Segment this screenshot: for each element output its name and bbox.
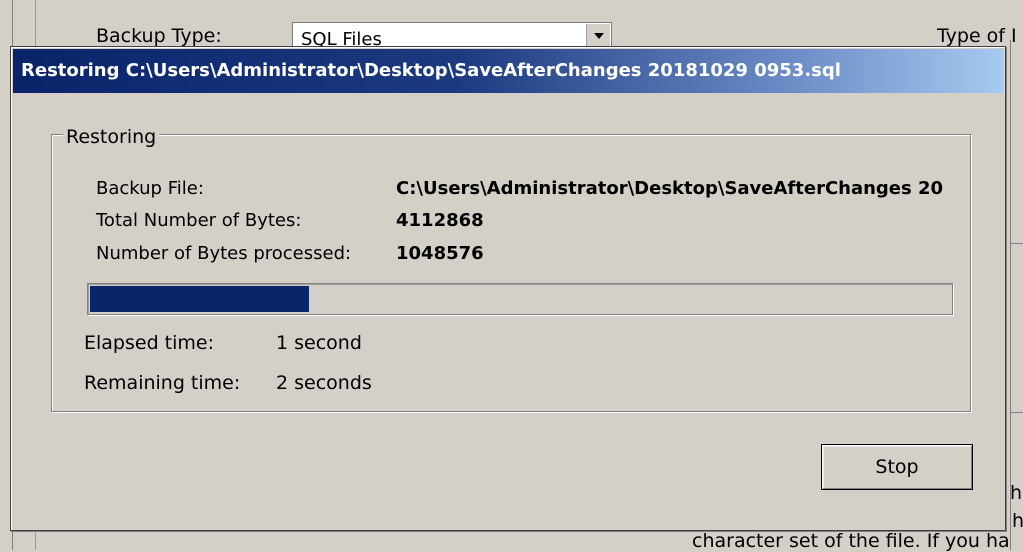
processed-bytes-label: Number of Bytes processed:	[96, 243, 352, 264]
progress-bar-fill	[90, 286, 309, 312]
background-text: character set of the file. If you ha	[692, 530, 1010, 552]
dialog-title: Restoring C:\Users\Administrator\Desktop…	[21, 60, 841, 81]
type-of-label: Type of I	[937, 25, 1017, 47]
background-text: h	[1010, 482, 1023, 504]
backup-type-label: Backup Type:	[96, 25, 222, 47]
background-text: h	[1012, 510, 1023, 532]
total-bytes-label: Total Number of Bytes:	[96, 210, 302, 231]
progress-bar	[87, 283, 953, 315]
dialog-titlebar[interactable]: Restoring C:\Users\Administrator\Desktop…	[13, 49, 1003, 93]
restoring-dialog: Restoring C:\Users\Administrator\Desktop…	[10, 46, 1006, 531]
restoring-groupbox	[51, 134, 971, 412]
background-divider	[1010, 243, 1023, 244]
background-divider	[1010, 412, 1023, 413]
elapsed-time-label: Elapsed time:	[84, 332, 215, 354]
background-frame-line	[1010, 40, 1011, 550]
total-bytes-value: 4112868	[396, 210, 484, 231]
backup-file-value: C:\Users\Administrator\Desktop\SaveAfter…	[396, 178, 944, 199]
remaining-time-label: Remaining time:	[84, 372, 241, 394]
chevron-down-icon[interactable]	[586, 24, 610, 48]
processed-bytes-value: 1048576	[396, 243, 484, 264]
groupbox-title: Restoring	[63, 126, 160, 148]
backup-file-label: Backup File:	[96, 178, 204, 199]
stop-button[interactable]: Stop	[821, 444, 973, 490]
elapsed-time-value: 1 second	[276, 332, 362, 354]
remaining-time-value: 2 seconds	[276, 372, 372, 394]
